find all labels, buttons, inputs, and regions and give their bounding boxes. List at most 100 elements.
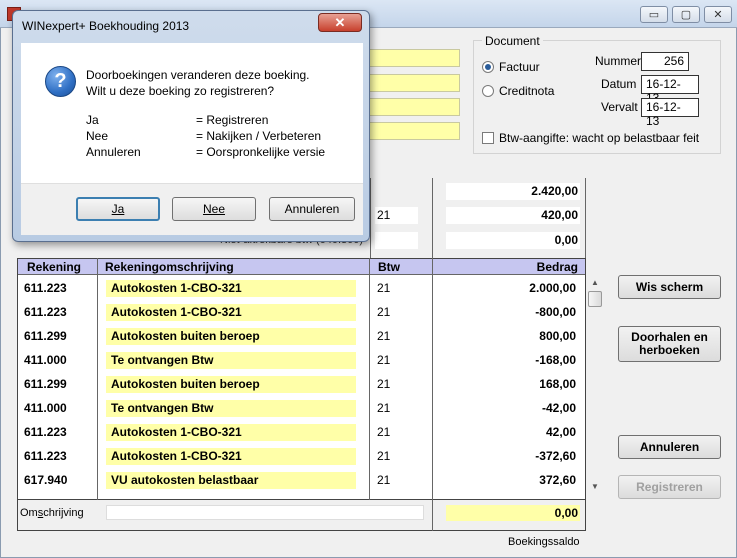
maximize-button[interactable]: ▢ — [672, 6, 700, 23]
dialog-option-desc: = Nakijken / Verbeteren — [196, 129, 322, 143]
datum-label: Datum — [601, 77, 637, 91]
header-field-2[interactable] — [360, 74, 460, 92]
footer-divider — [432, 500, 433, 531]
cell-bedrag[interactable]: 800,00 — [448, 328, 578, 345]
wis-scherm-button[interactable]: Wis scherm — [618, 275, 721, 299]
table-row[interactable]: 411.000 Te ontvangen Btw 21 -42,00 — [18, 396, 585, 420]
annuleren-button[interactable]: Annuleren — [618, 435, 721, 459]
cell-omschrijving[interactable]: Te ontvangen Btw — [106, 400, 356, 417]
cell-btw[interactable]: 21 — [375, 352, 418, 369]
header-field-1[interactable] — [360, 49, 460, 67]
header-rekening[interactable]: Rekening — [22, 259, 86, 275]
cell-btw[interactable]: 21 — [375, 328, 418, 345]
datum-input[interactable]: 16-12-13 — [641, 75, 699, 105]
cell-bedrag[interactable]: 42,00 — [448, 424, 578, 441]
close-window-button[interactable]: ✕ — [704, 6, 732, 23]
document-legend: Document — [482, 34, 543, 48]
cell-omschrijving[interactable]: Autokosten 1-CBO-321 — [106, 448, 356, 465]
radio-creditnota[interactable] — [482, 85, 494, 97]
header-rekeningomschrijving[interactable]: Rekeningomschrijving — [100, 259, 239, 275]
dialog-option-desc: = Oorspronkelijke versie — [196, 145, 326, 159]
table-row[interactable]: 611.223 Autokosten 1-CBO-321 21 -372,60 — [18, 444, 585, 468]
cell-btw[interactable]: 21 — [375, 472, 418, 489]
cell-bedrag[interactable]: -800,00 — [448, 304, 578, 321]
dialog-annuleren-button[interactable]: Annuleren — [269, 197, 355, 221]
cell-omschrijving[interactable]: VU autokosten belastbaar — [106, 472, 356, 489]
cell-omschrijving[interactable]: Autokosten 1-CBO-321 — [106, 304, 356, 321]
cell-bedrag[interactable]: -168,00 — [448, 352, 578, 369]
cell-btw[interactable]: 21 — [375, 376, 418, 393]
dialog-option-key: Ja — [86, 113, 99, 127]
cell-rekening[interactable]: 411.000 — [24, 352, 67, 369]
boekingssaldo-label: Boekingssaldo — [508, 536, 580, 548]
cell-rekening[interactable]: 411.000 — [24, 400, 67, 417]
cell-btw[interactable]: 21 — [375, 424, 418, 441]
niet-aftrekbaar-field[interactable] — [375, 232, 418, 249]
minimize-button[interactable]: ▭ — [640, 6, 668, 23]
radio-creditnota-label: Creditnota — [499, 84, 555, 98]
cell-bedrag[interactable]: 2.000,00 — [448, 280, 578, 297]
grid-header: Rekening Rekeningomschrijving Btw Bedrag — [18, 259, 585, 275]
table-row[interactable]: 611.299 Autokosten buiten beroep 21 168,00 — [18, 372, 585, 396]
maximize-icon: ▢ — [680, 9, 692, 21]
totals-btw-code[interactable]: 21 — [375, 207, 418, 224]
cell-btw[interactable]: 21 — [375, 448, 418, 465]
grid-scrollbar[interactable]: ▲ ▼ — [587, 276, 604, 494]
cell-rekening[interactable]: 611.299 — [24, 376, 67, 393]
nummer-label: Nummer — [595, 54, 642, 68]
radio-selected-dot — [485, 64, 491, 70]
nummer-input[interactable]: 256 — [641, 52, 689, 71]
cell-rekening[interactable]: 611.299 — [24, 328, 67, 345]
cell-rekening[interactable]: 611.223 — [24, 304, 67, 321]
cell-omschrijving[interactable]: Autokosten 1-CBO-321 — [106, 424, 356, 441]
table-row[interactable]: 611.299 Autokosten buiten beroep 21 800,00 — [18, 324, 585, 348]
totals-divider — [432, 178, 433, 258]
dialog-option-key: Nee — [86, 129, 109, 143]
dialog-ja-button[interactable]: Ja — [76, 197, 160, 221]
btw-aangifte-checkbox[interactable] — [482, 132, 494, 144]
header-field-4[interactable] — [360, 122, 460, 140]
dialog-nee-button[interactable]: Nee — [172, 197, 256, 221]
table-row[interactable]: 617.940 VU autokosten belastbaar 21 372,60 — [18, 468, 585, 492]
cell-btw[interactable]: 21 — [375, 280, 418, 297]
vervalt-input[interactable]: 16-12-13 — [641, 98, 699, 128]
vervalt-label: Vervalt — [601, 100, 638, 114]
table-row[interactable]: 611.223 Autokosten 1-CBO-321 21 2.000,00 — [18, 276, 585, 300]
header-bedrag[interactable]: Bedrag — [498, 259, 583, 275]
dialog-close-button[interactable]: ✕ — [318, 13, 362, 32]
cell-btw[interactable]: 21 — [375, 304, 418, 321]
cell-bedrag[interactable]: -372,60 — [448, 448, 578, 465]
cell-omschrijving[interactable]: Autokosten 1-CBO-321 — [106, 280, 356, 297]
boekingssaldo-value: 0,00 — [446, 505, 580, 521]
btw-amount: 420,00 — [446, 207, 580, 224]
cell-bedrag[interactable]: 372,60 — [448, 472, 578, 489]
cell-bedrag[interactable]: -42,00 — [448, 400, 578, 417]
cell-omschrijving[interactable]: Autokosten buiten beroep — [106, 376, 356, 393]
cell-bedrag[interactable]: 168,00 — [448, 376, 578, 393]
dialog-title: WINexpert+ Boekhouding 2013 — [22, 19, 190, 33]
cell-omschrijving[interactable]: Autokosten buiten beroep — [106, 328, 356, 345]
table-row[interactable]: 611.223 Autokosten 1-CBO-321 21 -800,00 — [18, 300, 585, 324]
scroll-down-icon[interactable]: ▼ — [591, 482, 599, 491]
cell-omschrijving[interactable]: Te ontvangen Btw — [106, 352, 356, 369]
cell-rekening[interactable]: 611.223 — [24, 280, 67, 297]
header-btw[interactable]: Btw — [373, 259, 405, 275]
total-amount: 2.420,00 — [446, 183, 580, 200]
doorhalen-herboeken-button[interactable]: Doorhalen en herboeken — [618, 326, 721, 362]
dialog-option-desc: = Registreren — [196, 113, 269, 127]
dialog-message-line2: Wilt u deze boeking zo registreren? — [86, 84, 275, 98]
table-row[interactable]: 611.223 Autokosten 1-CBO-321 21 42,00 — [18, 420, 585, 444]
cell-rekening[interactable]: 617.940 — [24, 472, 67, 489]
cell-btw[interactable]: 21 — [375, 400, 418, 417]
omschrijving-label: Omschrijving — [20, 507, 84, 519]
header-field-3[interactable] — [360, 98, 460, 116]
cell-rekening[interactable]: 611.223 — [24, 448, 67, 465]
registreren-button[interactable]: Registreren — [618, 475, 721, 499]
table-row[interactable]: 411.000 Te ontvangen Btw 21 -168,00 — [18, 348, 585, 372]
scroll-up-icon[interactable]: ▲ — [591, 278, 599, 287]
cell-rekening[interactable]: 611.223 — [24, 424, 67, 441]
dialog-body — [21, 43, 363, 183]
scroll-thumb[interactable] — [588, 291, 602, 307]
omschrijving-input[interactable] — [106, 505, 424, 520]
radio-factuur[interactable] — [482, 61, 494, 73]
